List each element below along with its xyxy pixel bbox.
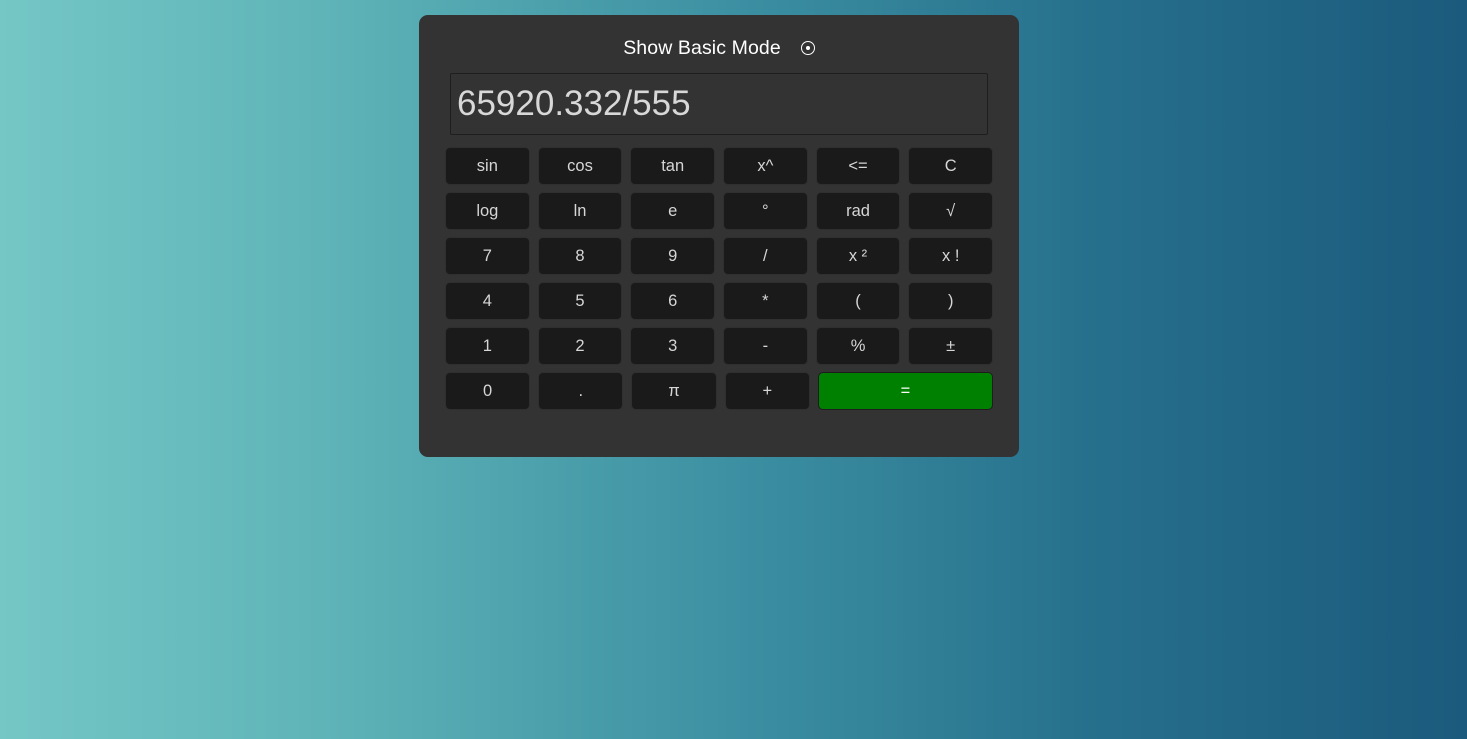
key-5[interactable]: 5 [537, 282, 623, 320]
key-degrees[interactable]: ° [723, 192, 808, 230]
key-6[interactable]: 6 [630, 282, 716, 320]
keypad-row: 4 5 6 *() [445, 282, 994, 320]
key-add[interactable]: + [724, 372, 810, 410]
key-power[interactable]: x^ [723, 147, 808, 185]
key-subtract[interactable]: - [723, 327, 808, 365]
display-value: 65920.332/555 [457, 84, 691, 123]
key-4[interactable]: 4 [445, 282, 530, 320]
keypad: sin cos tan x^ <= Clog ln e ° rad √ 7 8 9/x ²x ! 4 5 6 *(… [445, 147, 994, 410]
key-backspace[interactable]: <= [815, 147, 901, 185]
key-cos[interactable]: cos [537, 147, 623, 185]
key-plus-minus[interactable]: ± [908, 327, 994, 365]
key-9[interactable]: 9 [630, 237, 716, 275]
key-radians[interactable]: rad [815, 192, 901, 230]
key-close-paren[interactable]: ) [908, 282, 994, 320]
key-7[interactable]: 7 [445, 237, 530, 275]
key-1[interactable]: 1 [445, 327, 530, 365]
key-divide[interactable]: / [723, 237, 808, 275]
keypad-row: log ln e ° rad √ [445, 192, 994, 230]
display-input[interactable]: 65920.332/555 [450, 73, 988, 135]
key-2[interactable]: 2 [537, 327, 623, 365]
key-8[interactable]: 8 [537, 237, 623, 275]
key-pi[interactable]: π [631, 372, 717, 410]
keypad-row: 7 8 9/x ²x ! [445, 237, 994, 275]
radio-dot-icon [805, 46, 810, 50]
key-clear[interactable]: C [908, 147, 994, 185]
key-decimal[interactable]: . [538, 372, 624, 410]
radio-circle-icon[interactable] [800, 41, 815, 55]
key-multiply[interactable]: * [723, 282, 808, 320]
key-open-paren[interactable]: ( [815, 282, 901, 320]
key-3[interactable]: 3 [630, 327, 716, 365]
key-sin[interactable]: sin [445, 147, 530, 185]
key-log[interactable]: log [445, 192, 530, 230]
calculator-header: Show Basic Mode [419, 15, 1019, 73]
keypad-row: sin cos tan x^ <= C [445, 147, 994, 185]
key-e[interactable]: e [630, 192, 716, 230]
key-percent[interactable]: % [815, 327, 901, 365]
key-tan[interactable]: tan [630, 147, 716, 185]
key-square[interactable]: x ² [815, 237, 901, 275]
calculator-panel: Show Basic Mode 65920.332/555 sin cos tan x… [419, 15, 1019, 457]
display-container: 65920.332/555 [450, 73, 988, 135]
key-factorial[interactable]: x ! [908, 237, 994, 275]
mode-toggle-label: Show Basic Mode [623, 37, 781, 59]
key-sqrt[interactable]: √ [908, 192, 994, 230]
key-equals[interactable]: = [817, 372, 993, 410]
key-ln[interactable]: ln [537, 192, 623, 230]
keypad-row: 0. π + = [445, 372, 993, 410]
key-0[interactable]: 0 [445, 372, 531, 410]
keypad-row: 1 2 3-% ± [445, 327, 994, 365]
